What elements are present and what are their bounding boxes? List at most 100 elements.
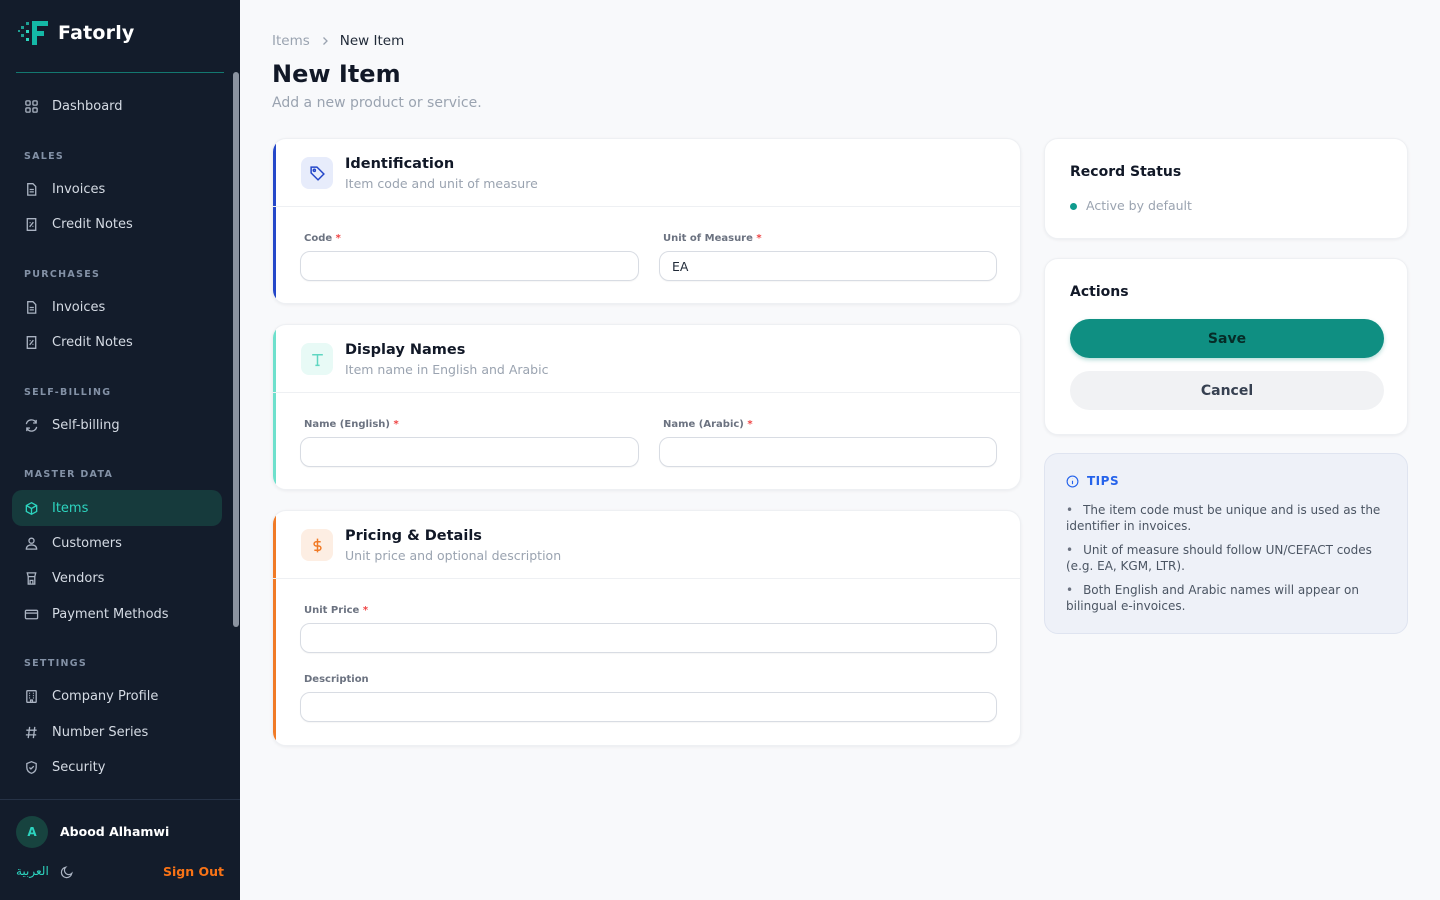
sign-out-link[interactable]: Sign Out [163, 864, 224, 879]
sidebar-item-customers[interactable]: Customers [12, 525, 222, 561]
actions-title: Actions [1070, 284, 1129, 300]
card-subtitle: Unit price and optional description [345, 548, 562, 563]
tag-icon [309, 165, 325, 181]
sidebar-item-label: Invoices [52, 181, 106, 197]
avatar[interactable]: A [16, 816, 48, 848]
section-label-purchases: PURCHASES [24, 269, 101, 280]
shield-icon [26, 760, 37, 774]
actions-card: Actions Save Cancel [1044, 258, 1408, 435]
card-subtitle: Item code and unit of measure [345, 176, 538, 191]
store-icon [26, 571, 37, 585]
display-names-card: Display Names Item name in English and A… [272, 324, 1021, 490]
language-toggle[interactable]: العربية [16, 864, 49, 878]
code-input[interactable] [300, 251, 639, 281]
required-marker: * [362, 605, 369, 616]
sidebar-item-label: Invoices [52, 299, 106, 315]
required-marker: * [756, 233, 762, 244]
card-title: Display Names [345, 342, 466, 358]
tip-item: The item code must be unique and is used… [1066, 502, 1386, 534]
sidebar-item-label: Customers [52, 535, 122, 551]
sidebar-item-vendors[interactable]: Vendors [12, 560, 222, 596]
sidebar-item-security[interactable]: Security [12, 749, 222, 785]
sidebar-item-label: Credit Notes [52, 334, 133, 350]
sidebar-scrollbar[interactable] [233, 72, 239, 627]
sidebar-item-dashboard[interactable]: Dashboard [12, 88, 222, 124]
code-label-text: Code [304, 233, 333, 244]
identification-card: Identification Item code and unit of mea… [272, 138, 1021, 304]
user-panel: A Abood Alhamwi العربية Sign Out [0, 799, 240, 900]
section-label-master-data: MASTER DATA [24, 469, 114, 480]
sidebar-item-purchase-invoices[interactable]: Invoices [12, 289, 222, 325]
unit-price-label-text: Unit Price [304, 605, 360, 616]
dollar-icon [312, 538, 322, 552]
chevron-right-icon [322, 37, 328, 45]
unit-price-label: Unit Price * [304, 605, 368, 616]
sidebar-item-label: Company Profile [52, 688, 159, 704]
status-dot [1070, 203, 1077, 210]
fatorly-logo-icon [18, 21, 48, 45]
card-icon-wrap [301, 157, 333, 189]
breadcrumb-current: New Item [339, 33, 405, 49]
card-header: Pricing & Details Unit price and optiona… [273, 511, 1020, 579]
card-header: Display Names Item name in English and A… [273, 325, 1020, 393]
sidebar-item-company-profile[interactable]: Company Profile [12, 678, 222, 714]
cancel-button[interactable]: Cancel [1070, 371, 1384, 410]
unit-of-measure-input[interactable] [659, 251, 997, 281]
sidebar-item-items[interactable]: Items [12, 490, 222, 526]
tip-item: Unit of measure should follow UN/CEFACT … [1066, 542, 1386, 574]
card-title: Pricing & Details [345, 528, 482, 544]
grid-icon [25, 99, 38, 113]
name-arabic-label-text: Name (Arabic) [663, 419, 744, 430]
sidebar-item-self-billing[interactable]: Self-billing [12, 407, 222, 443]
sidebar: Fatorly Dashboard SALES Invoices Credit … [0, 0, 240, 900]
refresh-icon [25, 418, 38, 432]
receipt-icon [26, 335, 37, 349]
user-name: Abood Alhamwi [60, 824, 170, 839]
text-icon [311, 353, 323, 366]
sidebar-item-purchase-credit-notes[interactable]: Credit Notes [12, 324, 222, 360]
sidebar-item-label: Self-billing [52, 417, 120, 433]
brand-name: Fatorly [58, 22, 135, 44]
required-marker: * [747, 419, 753, 430]
record-status-card: Record Status Active by default [1044, 138, 1408, 239]
name-english-label-text: Name (English) [304, 419, 390, 430]
card-title: Identification [345, 156, 455, 172]
pricing-details-card: Pricing & Details Unit price and optiona… [272, 510, 1021, 746]
page-subtitle: Add a new product or service. [272, 95, 482, 111]
brand[interactable]: Fatorly [18, 18, 135, 48]
save-button[interactable]: Save [1070, 319, 1384, 358]
name-english-input[interactable] [300, 437, 639, 467]
sidebar-item-payment-methods[interactable]: Payment Methods [12, 596, 222, 632]
section-label-self-billing: SELF-BILLING [24, 387, 112, 398]
name-arabic-label: Name (Arabic) * [663, 419, 753, 430]
breadcrumb-link-items[interactable]: Items [272, 33, 310, 49]
tips-list: The item code must be unique and is used… [1066, 502, 1386, 622]
uom-label-text: Unit of Measure [663, 233, 753, 244]
receipt-icon [26, 217, 37, 231]
uom-label: Unit of Measure * [663, 233, 762, 244]
tip-item: Both English and Arabic names will appea… [1066, 582, 1386, 614]
record-status-title: Record Status [1070, 164, 1182, 180]
tips-header: TIPS [1066, 474, 1119, 488]
name-english-label: Name (English) * [304, 419, 399, 430]
card-icon-wrap [301, 343, 333, 375]
moon-icon[interactable] [60, 865, 74, 879]
description-input[interactable] [300, 692, 997, 722]
name-arabic-input[interactable] [659, 437, 997, 467]
section-label-settings: SETTINGS [24, 658, 88, 669]
document-icon [27, 182, 37, 196]
sidebar-item-label: Security [52, 759, 106, 775]
users-icon [25, 536, 38, 550]
sidebar-item-number-series[interactable]: Number Series [12, 714, 222, 750]
sidebar-item-sales-credit-notes[interactable]: Credit Notes [12, 206, 222, 242]
brand-divider [16, 72, 224, 73]
page-title: New Item [272, 60, 401, 88]
document-icon [27, 300, 37, 314]
sidebar-item-label: Dashboard [52, 98, 123, 114]
breadcrumb: Items New Item [272, 33, 404, 49]
sidebar-item-sales-invoices[interactable]: Invoices [12, 171, 222, 207]
building-icon [26, 689, 37, 703]
required-marker: * [335, 233, 341, 244]
unit-price-input[interactable] [300, 623, 997, 653]
code-label: Code * [304, 233, 341, 244]
